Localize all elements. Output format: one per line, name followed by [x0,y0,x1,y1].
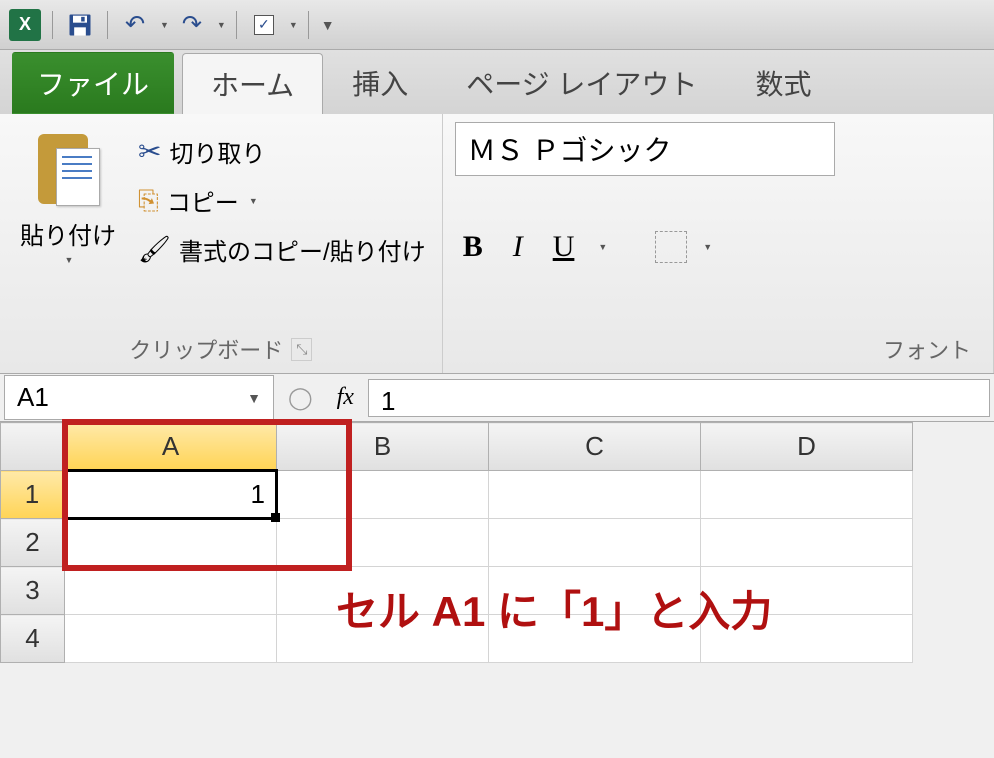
row-header-4[interactable]: 4 [1,615,65,663]
cell-b1[interactable] [277,471,489,519]
tab-pagelayout[interactable]: ページ レイアウト [437,52,726,114]
name-box-value: A1 [17,382,49,413]
col-header-c[interactable]: C [489,423,701,471]
grid-area: A B C D 1 1 2 3 4 [0,422,994,663]
name-box[interactable]: A1 ▼ [4,375,274,420]
paste-label: 貼り付け [20,216,116,251]
quick-access-toolbar: ↶ ▼ ↷ ▼ ✓ ▼ ▼ [0,0,994,50]
font-group: ＭＳ Ｐゴシック B I U ▼ ▼ フォント [443,114,994,373]
formula-input[interactable]: 1 [368,379,990,417]
namebox-dropdown[interactable]: ▼ [247,390,261,406]
formula-circle-icon: ◯ [288,385,313,411]
copy-button[interactable]: ⎘ コピー ▼ [134,179,430,222]
separator [107,11,108,39]
save-button[interactable] [63,8,97,42]
border-dropdown[interactable]: ▼ [703,242,712,252]
col-header-a[interactable]: A [65,423,277,471]
ribbon-tabs: ファイル ホーム 挿入 ページ レイアウト 数式 [0,50,994,114]
formula-bar: A1 ▼ ◯ fx 1 [0,374,994,422]
brush-icon: 🖌 [138,234,171,265]
separator [308,11,309,39]
cell-d1[interactable] [701,471,913,519]
annotation-text: セル A1 に「1」と入力 [336,578,772,639]
redo-button[interactable]: ↷ [175,8,209,42]
clipboard-group-label: クリップボード [129,333,283,365]
tab-home[interactable]: ホーム [182,53,323,114]
ribbon-content: 貼り付け ▼ ✂ 切り取り ⎘ コピー ▼ 🖌 書式のコピー/貼り付け [0,114,994,374]
separator [52,11,53,39]
scissors-icon: ✂ [138,135,161,168]
cell-a3[interactable] [65,567,277,615]
cut-label: 切り取り [169,134,265,169]
cell-b2[interactable] [277,519,489,567]
col-header-d[interactable]: D [701,423,913,471]
clipboard-expand[interactable]: ⤡ [291,338,312,361]
copy-dropdown[interactable]: ▼ [249,196,258,206]
tab-file[interactable]: ファイル [12,52,174,114]
checkbox-toggle[interactable]: ✓ [247,8,281,42]
redo-icon: ↷ [182,10,202,39]
undo-button[interactable]: ↶ [118,8,152,42]
checkbox-dropdown[interactable]: ▼ [289,20,298,30]
row-header-2[interactable]: 2 [1,519,65,567]
formatpainter-label: 書式のコピー/貼り付け [179,232,426,267]
paste-button[interactable]: 貼り付け ▼ [12,122,124,329]
qat-customize[interactable]: ▼ [321,17,335,33]
select-all-corner[interactable] [1,423,65,471]
cell-a4[interactable] [65,615,277,663]
excel-app-icon[interactable] [8,8,42,42]
cell-d2[interactable] [701,519,913,567]
row-header-1[interactable]: 1 [1,471,65,519]
formula-buttons: ◯ [278,385,323,411]
cell-c1[interactable] [489,471,701,519]
copy-label: コピー [167,183,239,218]
tab-formulas[interactable]: 数式 [726,52,840,114]
font-group-label: フォント [883,333,971,365]
copy-icon: ⎘ [138,185,159,217]
cut-button[interactable]: ✂ 切り取り [134,130,430,173]
clipboard-group: 貼り付け ▼ ✂ 切り取り ⎘ コピー ▼ 🖌 書式のコピー/貼り付け [0,114,443,373]
formatpainter-button[interactable]: 🖌 書式のコピー/貼り付け [134,228,430,271]
underline-button[interactable]: U [545,226,583,268]
italic-button[interactable]: I [505,226,531,268]
underline-dropdown[interactable]: ▼ [598,242,607,252]
fx-button[interactable]: fx [323,384,368,411]
col-header-b[interactable]: B [277,423,489,471]
paste-dropdown[interactable]: ▼ [65,255,74,265]
cell-a2[interactable] [65,519,277,567]
redo-dropdown[interactable]: ▼ [217,20,226,30]
bold-button[interactable]: B [455,226,491,268]
font-name-selector[interactable]: ＭＳ Ｐゴシック [455,122,835,176]
cell-a1[interactable]: 1 [65,471,277,519]
undo-icon: ↶ [125,10,145,39]
cell-c2[interactable] [489,519,701,567]
border-button[interactable] [655,231,687,263]
row-header-3[interactable]: 3 [1,567,65,615]
separator [236,11,237,39]
clipboard-icon [38,130,98,210]
undo-dropdown[interactable]: ▼ [160,20,169,30]
tab-insert[interactable]: 挿入 [323,52,437,114]
